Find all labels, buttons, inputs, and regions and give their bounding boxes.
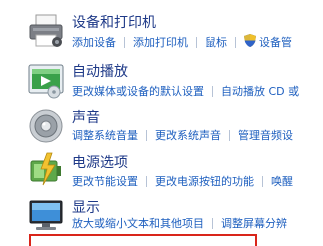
adjust-volume-link[interactable]: 调整系统音量 (72, 127, 138, 143)
autoplay-links: 更改媒体或设备的默认设置 自动播放 CD 或 (72, 83, 299, 99)
printer-icon[interactable] (27, 12, 65, 50)
category-sound: 声音 调整系统音量 更改系统声音 管理音频设 (0, 103, 323, 149)
link-separator (229, 129, 230, 141)
mouse-link[interactable]: 鼠标 (205, 34, 227, 50)
add-printer-link[interactable]: 添加打印机 (133, 34, 188, 50)
link-separator (146, 175, 147, 187)
highlight-box (29, 234, 257, 246)
link-separator (212, 217, 213, 229)
speaker-icon[interactable] (27, 107, 65, 145)
uac-shield-icon (244, 34, 256, 50)
autoplay-title[interactable]: 自动播放 (72, 61, 128, 81)
adjust-resolution-link[interactable]: 调整屏幕分辨 (221, 215, 287, 231)
manage-audio-devices-link[interactable]: 管理音频设 (238, 127, 293, 143)
autoplay-icon[interactable] (27, 61, 65, 99)
sound-title[interactable]: 声音 (72, 107, 100, 127)
enlarge-text-link[interactable]: 放大或缩小文本和其他项目 (72, 215, 204, 231)
change-power-saving-link[interactable]: 更改节能设置 (72, 173, 138, 189)
power-options-links: 更改节能设置 更改电源按钮的功能 唤醒 (72, 173, 293, 189)
sound-links: 调整系统音量 更改系统声音 管理音频设 (72, 127, 293, 143)
display-links: 放大或缩小文本和其他项目 调整屏幕分辨 (72, 215, 287, 231)
category-autoplay: 自动播放 更改媒体或设备的默认设置 自动播放 CD 或 (0, 55, 323, 101)
category-devices-printers: 设备和打印机 添加设备 添加打印机 鼠标 设备管 (0, 6, 323, 52)
display-monitor-icon[interactable] (27, 197, 65, 235)
link-separator (146, 129, 147, 141)
power-options-title[interactable]: 电源选项 (72, 152, 128, 172)
link-separator (124, 36, 125, 48)
add-device-link[interactable]: 添加设备 (72, 34, 116, 50)
display-title[interactable]: 显示 (72, 197, 100, 217)
device-manager-link[interactable]: 设备管 (259, 34, 292, 50)
link-separator (196, 36, 197, 48)
category-power-options: 电源选项 更改节能设置 更改电源按钮的功能 唤醒 (0, 148, 323, 194)
link-separator (262, 175, 263, 187)
autoplay-cd-link[interactable]: 自动播放 CD 或 (221, 83, 299, 99)
power-options-icon[interactable] (27, 151, 65, 189)
link-separator (212, 85, 213, 97)
change-power-button-link[interactable]: 更改电源按钮的功能 (155, 173, 254, 189)
devices-printers-title[interactable]: 设备和打印机 (72, 12, 156, 32)
link-separator (235, 36, 236, 48)
change-media-defaults-link[interactable]: 更改媒体或设备的默认设置 (72, 83, 204, 99)
category-display: 显示 放大或缩小文本和其他项目 调整屏幕分辨 (0, 193, 323, 239)
change-system-sounds-link[interactable]: 更改系统声音 (155, 127, 221, 143)
wake-link[interactable]: 唤醒 (271, 173, 293, 189)
devices-printers-links: 添加设备 添加打印机 鼠标 设备管 (72, 34, 292, 50)
